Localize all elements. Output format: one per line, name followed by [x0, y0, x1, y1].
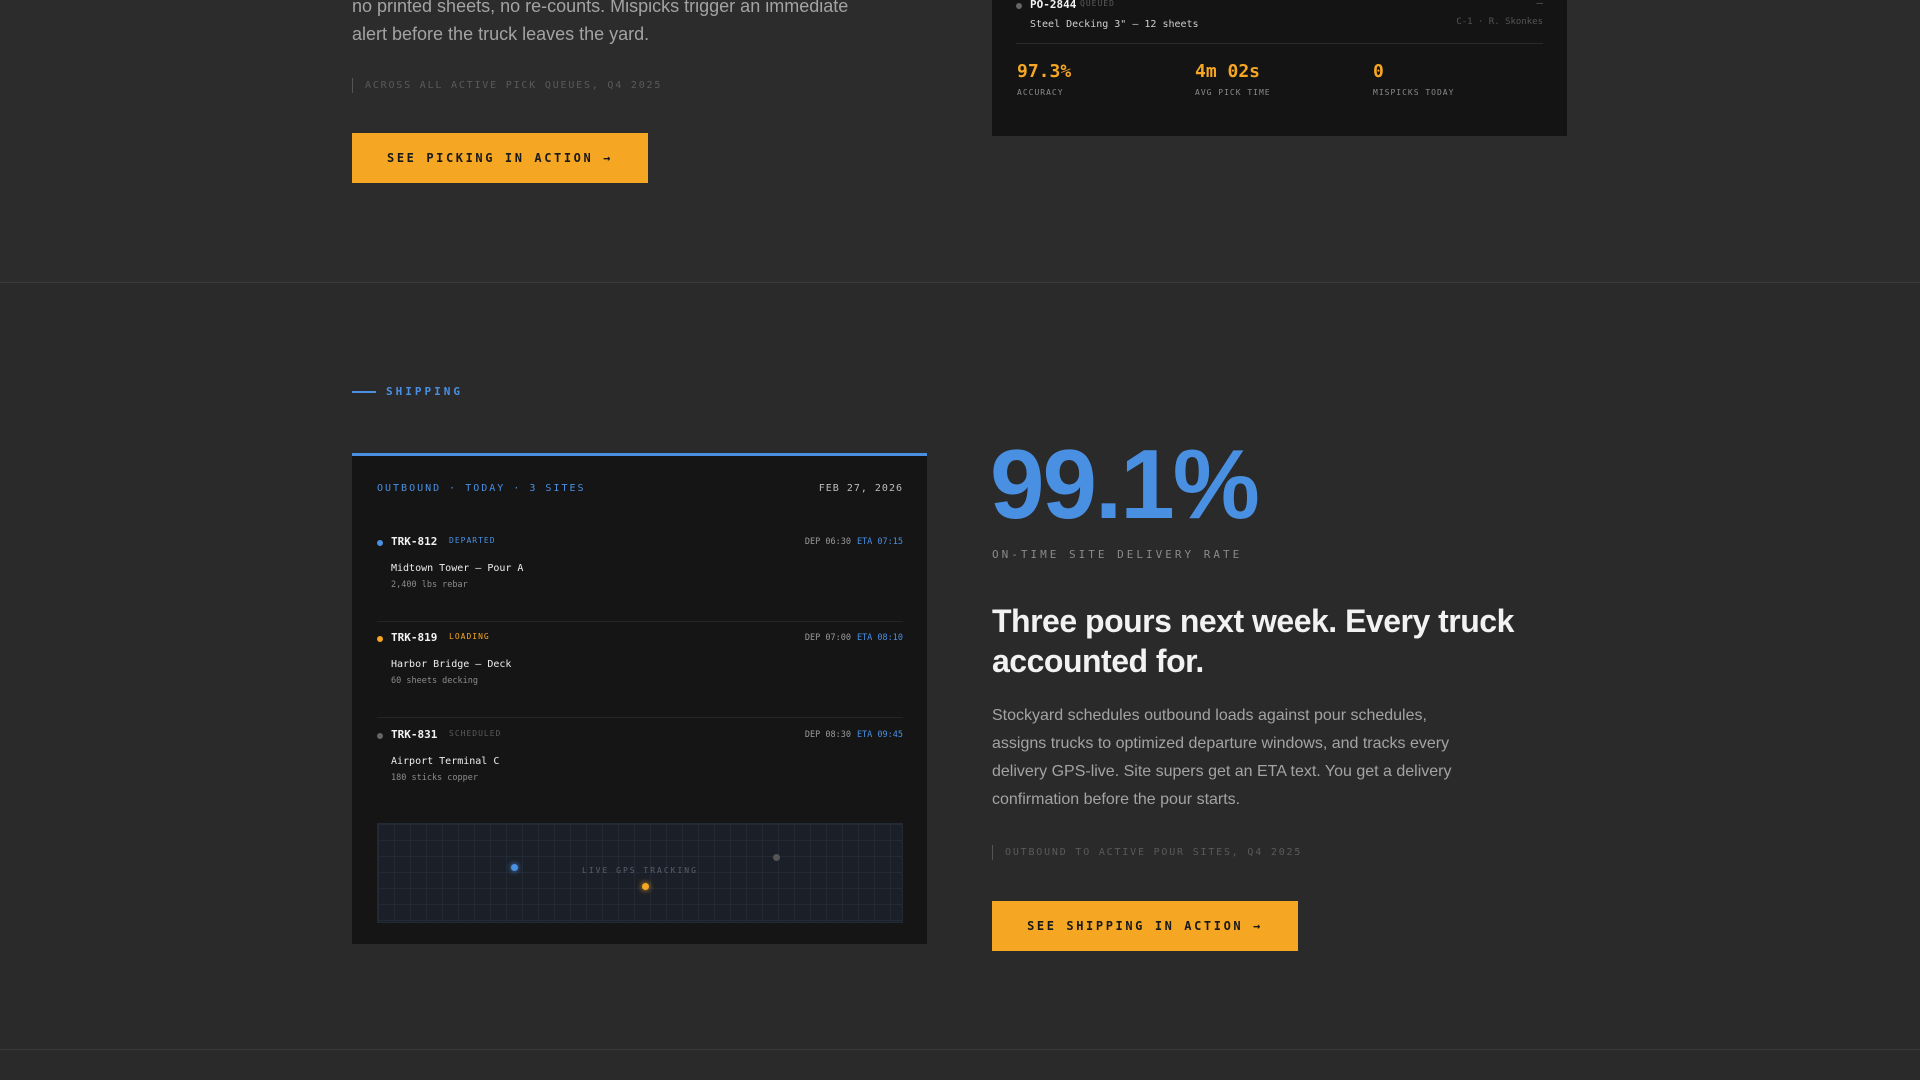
truck-load: 2,400 lbs rebar — [391, 580, 468, 590]
truck-eta: ETA 09:45 — [856, 730, 903, 740]
picking-body-text: no printed sheets, no re-counts. Mispick… — [352, 0, 849, 44]
stat-mispicks: 0 MISPICKS TODAY — [1373, 61, 1455, 98]
truck-location-marker-icon[interactable] — [511, 864, 518, 871]
stat-mispicks-value: 0 — [1373, 61, 1384, 82]
eyebrow-line — [352, 390, 376, 393]
outbound-card-date: FEB 27, 2026 — [818, 483, 903, 494]
stat-accuracy: 97.3% ACCURACY — [1017, 61, 1072, 98]
pick-queue-row[interactable]: PO-2844 QUEUED — Steel Decking 3" — 12 s… — [1016, 0, 1543, 44]
truck-destination: Airport Terminal C — [391, 756, 500, 767]
stat-accuracy-label: ACCURACY — [1017, 88, 1064, 97]
shipping-footnote: OUTBOUND TO ACTIVE POUR SITES, Q4 2025 — [992, 845, 1302, 860]
truck-row[interactable]: TRK-812 DEPARTED DEP 06:30 ETA 07:15 Midt… — [377, 526, 903, 622]
truck-times: DEP 07:00 ETA 08:10 — [805, 633, 903, 643]
truck-status: SCHEDULED — [449, 729, 502, 738]
on-time-rate-label: ON-TIME SITE DELIVERY RATE — [992, 548, 1243, 561]
status-dot-icon — [377, 636, 383, 642]
stat-avg-pick-time-label: AVG PICK TIME — [1195, 88, 1271, 97]
stat-avg-pick-time-value: 4m 02s — [1195, 61, 1261, 82]
truck-status: DEPARTED — [449, 536, 496, 545]
truck-load: 180 sticks copper — [391, 773, 478, 783]
pick-order-status: QUEUED — [1080, 0, 1115, 8]
truck-eta: ETA 07:15 — [856, 537, 903, 547]
picking-card: PO-2844 QUEUED — Steel Decking 3" — 12 s… — [992, 0, 1567, 136]
shipping-section: SHIPPING OUTBOUND · TODAY · 3 SITES FEB … — [0, 284, 1920, 1050]
pick-order-description: Steel Decking 3" — 12 sheets — [1030, 19, 1199, 30]
shipping-body-text: Stockyard schedules outbound loads again… — [992, 707, 1452, 808]
truck-times: DEP 06:30 ETA 07:15 — [805, 537, 903, 547]
truck-id: TRK-812 — [391, 535, 438, 548]
on-time-rate-value: 99.1% — [990, 429, 1260, 539]
status-dot-icon — [1016, 3, 1022, 9]
see-shipping-button[interactable]: SEE SHIPPING IN ACTION → — [992, 901, 1298, 951]
truck-load: 60 sheets decking — [391, 676, 478, 686]
stat-avg-pick-time: 4m 02s AVG PICK TIME — [1195, 61, 1271, 98]
pick-order-id: PO-2844 — [1030, 0, 1077, 11]
truck-id: TRK-819 — [391, 631, 438, 644]
shipping-heading: Three pours next week. Every truck accou… — [992, 603, 1514, 679]
status-dot-icon — [377, 733, 383, 739]
pick-order-meta: C-1 · R. Skonkes — [1456, 17, 1543, 27]
picking-footnote: ACROSS ALL ACTIVE PICK QUEUES, Q4 2025 — [352, 78, 662, 93]
truck-departure: DEP 06:30 — [804, 537, 851, 547]
truck-row[interactable]: TRK-831 SCHEDULED DEP 08:30 ETA 09:45 Air… — [377, 719, 903, 815]
truck-location-marker-icon[interactable] — [773, 854, 780, 861]
truck-status: LOADING — [449, 632, 490, 641]
truck-destination: Harbor Bridge — Deck — [391, 659, 512, 670]
truck-eta: ETA 08:10 — [856, 633, 903, 643]
shipping-eyebrow-label: SHIPPING — [386, 385, 463, 398]
gps-tracking-map[interactable]: LIVE GPS TRACKING — [377, 823, 903, 923]
truck-departure: DEP 08:30 — [804, 730, 851, 740]
see-picking-button[interactable]: SEE PICKING IN ACTION → — [352, 133, 648, 183]
pick-order-dash: — — [1536, 0, 1543, 9]
gps-map-label: LIVE GPS TRACKING — [582, 866, 698, 875]
stat-mispicks-label: MISPICKS TODAY — [1373, 88, 1455, 97]
truck-location-marker-icon[interactable] — [642, 883, 649, 890]
stat-accuracy-value: 97.3% — [1017, 61, 1072, 82]
truck-times: DEP 08:30 ETA 09:45 — [805, 730, 903, 740]
picking-section: no printed sheets, no re-counts. Mispick… — [0, 0, 1920, 283]
outbound-card-title: OUTBOUND · TODAY · 3 SITES — [377, 483, 586, 494]
truck-destination: Midtown Tower — Pour A — [391, 563, 524, 574]
truck-row[interactable]: TRK-819 LOADING DEP 07:00 ETA 08:10 Harbo… — [377, 622, 903, 718]
shipping-eyebrow: SHIPPING — [352, 385, 463, 398]
outbound-card: OUTBOUND · TODAY · 3 SITES FEB 27, 2026 … — [352, 453, 927, 944]
truck-departure: DEP 07:00 — [804, 633, 851, 643]
truck-id: TRK-831 — [391, 728, 438, 741]
status-dot-icon — [377, 540, 383, 546]
